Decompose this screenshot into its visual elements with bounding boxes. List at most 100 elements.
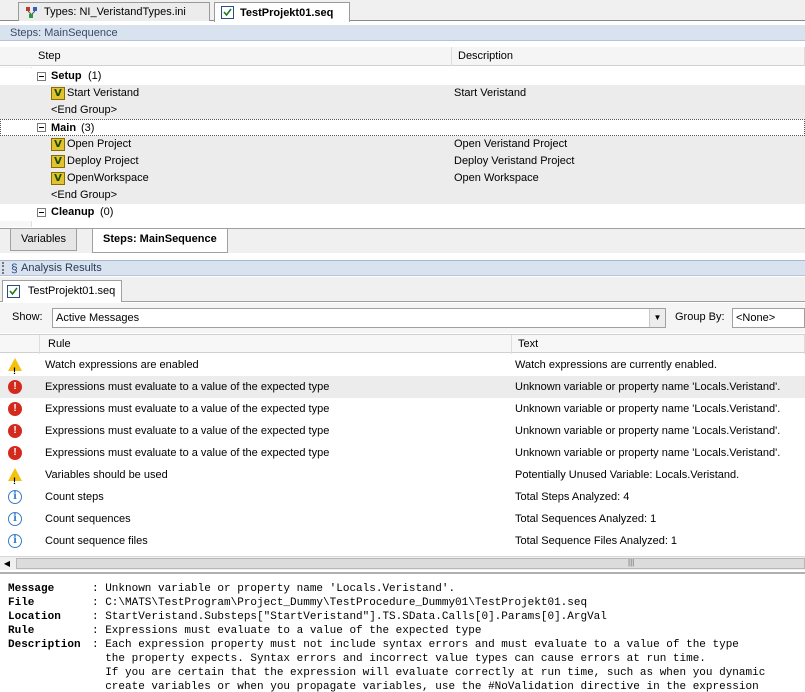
result-row[interactable]: ! Expressions must evaluate to a value o… [0, 442, 805, 464]
collapse-icon[interactable] [37, 123, 46, 132]
tab-steps-mainsequence[interactable]: Steps: MainSequence [92, 229, 228, 253]
tab-variables[interactable]: Variables [10, 229, 78, 251]
warning-icon: ! [8, 468, 22, 486]
group-count: (0) [100, 206, 114, 218]
detail-value: : Each expression property must not incl… [92, 639, 739, 651]
show-label: Show: [12, 311, 43, 323]
column-header-step[interactable]: Step [32, 47, 452, 66]
result-row[interactable]: ! Variables should be used Potentially U… [0, 464, 805, 486]
end-group-label: <End Group> [51, 189, 118, 201]
step-row[interactable]: V Open Project Open Veristand Project [0, 136, 805, 153]
types-file-icon [25, 6, 38, 19]
error-icon: ! [8, 446, 22, 460]
scrollbar-thumb[interactable] [16, 558, 805, 569]
group-by-dropdown[interactable]: <None> [732, 308, 805, 328]
result-rule: Expressions must evaluate to a value of … [45, 403, 330, 415]
tab-label: Types: NI_VeristandTypes.ini [44, 6, 186, 18]
step-row[interactable]: V OpenWorkspace Open Workspace [0, 170, 805, 187]
step-row[interactable]: V Start Veristand Start Veristand [0, 85, 805, 102]
column-header-description[interactable]: Description [452, 47, 805, 66]
result-row[interactable]: ! Expressions must evaluate to a value o… [0, 420, 805, 442]
step-description: Open Workspace [454, 172, 539, 184]
result-text: Total Steps Analyzed: 4 [515, 491, 630, 503]
result-rule: Watch expressions are enabled [45, 359, 199, 371]
action-step-icon: V [51, 172, 65, 185]
step-row[interactable]: V Deploy Project Deploy Veristand Projec… [0, 153, 805, 170]
group-name: Setup [51, 70, 82, 82]
tab-label: TestProjekt01.seq [240, 6, 334, 19]
column-header-text[interactable]: Text [512, 335, 805, 354]
result-text: Total Sequence Files Analyzed: 1 [515, 535, 678, 547]
detail-value: : Expressions must evaluate to a value o… [92, 625, 482, 637]
step-description: Deploy Veristand Project [454, 155, 575, 167]
detail-location-row: Location: StartVeristand.Substeps["Start… [8, 610, 805, 624]
end-group-row[interactable]: <End Group> [0, 187, 805, 204]
group-by-value: <None> [736, 312, 776, 324]
result-text: Watch expressions are currently enabled. [515, 359, 717, 371]
group-by-label: Group By: [675, 311, 725, 323]
detail-key: Rule [8, 625, 35, 637]
detail-value: : Unknown variable or property name 'Loc… [92, 583, 456, 595]
tab-testprojekt-seq[interactable]: TestProjekt01.seq [214, 2, 350, 22]
horizontal-scrollbar[interactable]: ◀ ||| [0, 556, 805, 570]
info-icon: i [8, 490, 22, 504]
dropdown-arrow-icon[interactable]: ▼ [649, 309, 665, 327]
tab-types-file[interactable]: Types: NI_VeristandTypes.ini [18, 2, 210, 21]
result-rule: Count sequence files [45, 535, 148, 547]
collapse-icon[interactable] [37, 72, 46, 81]
result-row-selected[interactable]: ! Expressions must evaluate to a value o… [0, 376, 805, 398]
result-text: Unknown variable or property name 'Local… [515, 447, 781, 459]
analysis-file-tab-bar: TestProjekt01.seq [0, 277, 805, 302]
step-group-cleanup[interactable]: Cleanup (0) [0, 204, 805, 221]
result-row[interactable]: i Count steps Total Steps Analyzed: 4 [0, 486, 805, 508]
result-rule: Expressions must evaluate to a value of … [45, 447, 330, 459]
result-rule: Expressions must evaluate to a value of … [45, 425, 330, 437]
result-text: Unknown variable or property name 'Local… [515, 403, 781, 415]
column-header-severity[interactable] [0, 335, 40, 354]
result-rule: Variables should be used [45, 469, 168, 481]
action-step-icon: V [51, 87, 65, 100]
show-value: Active Messages [56, 312, 140, 324]
detail-description-line: If you are certain that the expression w… [8, 666, 805, 680]
action-step-icon: V [51, 155, 65, 168]
result-row[interactable]: ! Watch expressions are enabled Watch ex… [0, 354, 805, 376]
result-text: Potentially Unused Variable: Locals.Veri… [515, 469, 740, 481]
detail-value: If you are certain that the expression w… [92, 667, 766, 679]
sequence-file-icon [7, 284, 20, 298]
end-group-label: <End Group> [51, 104, 118, 116]
end-group-row[interactable]: <End Group> [0, 102, 805, 119]
collapse-icon[interactable] [37, 208, 46, 217]
grip-icon[interactable] [2, 262, 8, 274]
step-description: Start Veristand [454, 87, 527, 99]
group-count: (1) [88, 70, 102, 82]
scrollbar-grip-icon: ||| [628, 558, 635, 567]
action-step-icon: V [51, 138, 65, 151]
results-header: Rule Text [0, 334, 805, 354]
result-row[interactable]: i Count sequence files Total Sequence Fi… [0, 530, 805, 552]
column-header-rule[interactable]: Rule [40, 335, 512, 354]
sequence-file-icon [221, 6, 234, 19]
step-name: Open Project [67, 138, 132, 150]
show-dropdown[interactable]: Active Messages ▼ [52, 308, 666, 328]
detail-key: File [8, 597, 35, 609]
detail-description-line: create variables or when you propagate v… [8, 680, 805, 692]
info-icon: i [8, 534, 22, 548]
result-rule: Count steps [45, 491, 104, 503]
group-name: Main [51, 122, 77, 134]
steps-pane-title: Steps: MainSequence [0, 25, 805, 41]
detail-file-row: File : C:\MATS\TestProgram\Project_Dummy\… [8, 596, 805, 610]
detail-pane: Message: Unknown variable or property na… [0, 572, 805, 692]
result-row[interactable]: ! Expressions must evaluate to a value o… [0, 398, 805, 420]
scroll-left-icon[interactable]: ◀ [0, 557, 14, 570]
steps-header: Step Description [0, 47, 805, 66]
result-text: Unknown variable or property name 'Local… [515, 381, 781, 393]
detail-value: : C:\MATS\TestProgram\Project_Dummy\Test… [92, 597, 588, 609]
step-group-main[interactable]: Main (3) [0, 119, 805, 136]
error-icon: ! [8, 402, 22, 416]
filter-bar: Show: Active Messages ▼ Group By: <None> [0, 303, 805, 333]
step-group-setup[interactable]: Setup (1) [0, 68, 805, 85]
result-row[interactable]: i Count sequences Total Sequences Analyz… [0, 508, 805, 530]
tab-analysis-file[interactable]: TestProjekt01.seq [2, 280, 122, 302]
step-name: Start Veristand [67, 87, 140, 99]
steps-view-tab-bar: Variables Steps: MainSequence [0, 228, 805, 253]
